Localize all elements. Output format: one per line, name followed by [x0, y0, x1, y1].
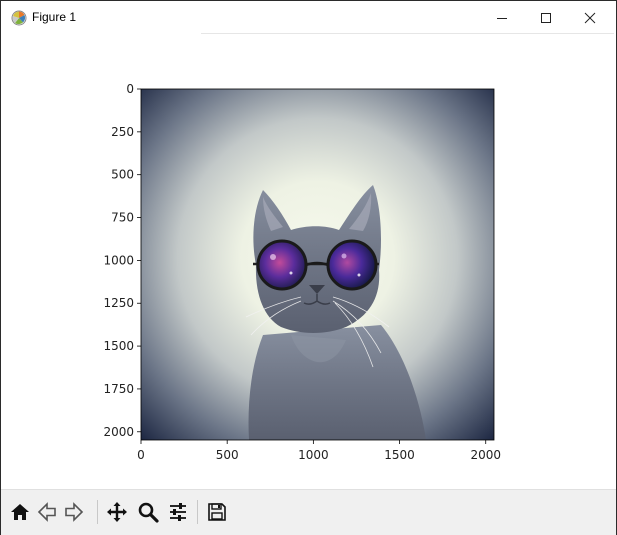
navigation-toolbar	[1, 489, 616, 535]
pan-button[interactable]	[105, 500, 129, 524]
x-tick-label: 500	[216, 448, 239, 462]
back-button[interactable]	[35, 500, 59, 524]
y-tick-label: 0	[126, 82, 134, 96]
maximize-icon	[541, 13, 551, 23]
home-icon	[11, 504, 29, 520]
title-bar[interactable]: Figure 1	[1, 1, 616, 35]
y-tick-label: 1250	[103, 296, 134, 310]
close-button[interactable]	[568, 1, 612, 35]
x-axis: 0 500 1000 1500 2000	[137, 440, 501, 462]
forward-button[interactable]	[62, 500, 86, 524]
move-icon	[107, 502, 127, 522]
y-tick-label: 1750	[103, 382, 134, 396]
save-button[interactable]	[205, 500, 229, 524]
sliders-icon	[170, 503, 186, 521]
toolbar-separator	[97, 500, 98, 524]
matplotlib-logo-icon	[11, 10, 27, 26]
zoom-button[interactable]	[136, 500, 160, 524]
y-tick-label: 250	[111, 125, 134, 139]
x-tick-label: 1000	[298, 448, 329, 462]
image-axes	[141, 89, 494, 440]
floppy-disk-icon	[208, 503, 226, 521]
minimize-icon	[497, 18, 507, 19]
y-tick-label: 750	[111, 211, 134, 225]
title-divider	[201, 33, 614, 34]
arrow-right-icon	[65, 502, 84, 522]
y-tick-label: 1000	[103, 253, 134, 267]
figure-canvas[interactable]: 0 250 500 750 1000 1250 1500 1750 2000 0 500 1000 1…	[1, 35, 616, 489]
minimize-button[interactable]	[480, 1, 524, 35]
y-tick-label: 500	[111, 168, 134, 182]
arrow-left-icon	[37, 502, 56, 522]
close-icon	[584, 12, 596, 24]
figure-window: Figure 1 0 250 500 750 1000 1250 1500 17…	[0, 0, 617, 535]
home-button[interactable]	[8, 500, 32, 524]
x-tick-label: 2000	[470, 448, 501, 462]
y-tick-label: 1500	[103, 339, 134, 353]
plot-svg: 0 250 500 750 1000 1250 1500 1750 2000 0 500 1000 1…	[103, 82, 501, 462]
maximize-button[interactable]	[524, 1, 568, 35]
x-tick-label: 1500	[384, 448, 415, 462]
y-tick-label: 2000	[103, 425, 134, 439]
magnifier-icon	[138, 502, 159, 523]
configure-subplots-button[interactable]	[166, 500, 190, 524]
y-axis: 0 250 500 750 1000 1250 1500 1750 2000	[103, 82, 141, 439]
toolbar-separator	[197, 500, 198, 524]
x-tick-label: 0	[137, 448, 145, 462]
window-title: Figure 1	[32, 10, 77, 24]
